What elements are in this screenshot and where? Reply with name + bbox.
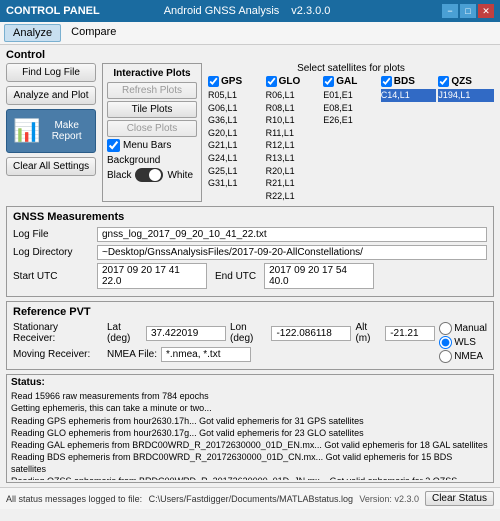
radio-nmea[interactable]: NMEA: [439, 350, 487, 363]
bds-label: BDS: [394, 76, 415, 87]
title-bar: CONTROL PANEL Android GNSS Analysis v2.3…: [0, 0, 500, 22]
radio-group: Manual WLS NMEA: [439, 322, 487, 365]
control-label: Control: [6, 49, 494, 61]
make-report-button[interactable]: 📊 Make Report: [6, 109, 96, 153]
sat-col-bds: BDS C14,L1: [381, 76, 437, 202]
white-label: White: [167, 170, 193, 181]
status-text: Read 15966 raw measurements from 784 epo…: [11, 390, 489, 480]
gal-checkbox[interactable]: [323, 76, 334, 87]
qzs-sat-list: J194,L1: [438, 89, 494, 102]
satellite-select: Select satellites for plots GPS R05,L1 G…: [208, 63, 494, 202]
gal-sat-list: E01,E1 E08,E1 E26,E1: [323, 89, 379, 127]
gnss-measurements-section: GNSS Measurements Log File gnss_log_2017…: [6, 206, 494, 297]
minimize-button[interactable]: −: [442, 4, 458, 18]
menu-compare[interactable]: Compare: [63, 24, 124, 42]
all-messages-label: All status messages logged to file: C:\U…: [6, 494, 359, 504]
clear-status-button[interactable]: Clear Status: [425, 491, 494, 506]
end-utc-value: 2017 09 20 17 54 40.0: [264, 263, 374, 289]
window-title: Android GNSS Analysis: [164, 5, 280, 17]
log-file-value: gnss_log_2017_09_20_10_41_22.txt: [97, 227, 487, 242]
gps-checkbox[interactable]: [208, 76, 219, 87]
maximize-button[interactable]: □: [460, 4, 476, 18]
tile-plots-button[interactable]: Tile Plots: [107, 101, 197, 118]
menu-analyze[interactable]: Analyze: [4, 24, 61, 42]
qzs-checkbox[interactable]: [438, 76, 449, 87]
menu-bars-checkbox[interactable]: [107, 139, 120, 152]
lat-input[interactable]: [146, 326, 226, 341]
start-utc-label: Start UTC: [13, 271, 93, 282]
interactive-plots-box: Interactive Plots Refresh Plots Tile Plo…: [102, 63, 202, 202]
status-section: Status: Read 15966 raw measurements from…: [6, 374, 494, 483]
qzs-label: QZS: [451, 76, 472, 87]
gps-sat-list: R05,L1 G06,L1 G36,L1 G20,L1 G21,L1 G24,L…: [208, 89, 264, 190]
bds-checkbox[interactable]: [381, 76, 392, 87]
menu-bars-label: Menu Bars: [123, 140, 171, 151]
report-icon: 📊: [13, 118, 40, 144]
alt-label: Alt (m): [355, 322, 381, 344]
log-dir-value: ~Desktop/GnssAnalysisFiles/2017-09-20-Al…: [97, 245, 487, 260]
gal-label: GAL: [336, 76, 357, 87]
ref-pvt-section: Reference PVT Stationary Receiver: Lat (…: [6, 301, 494, 370]
refresh-plots-button[interactable]: Refresh Plots: [107, 82, 197, 99]
bds-sat-list: C14,L1: [381, 89, 437, 102]
ref-pvt-title: Reference PVT: [13, 306, 487, 318]
close-plots-button[interactable]: Close Plots: [107, 120, 197, 137]
version-label: Version: v2.3.0: [359, 494, 419, 504]
bottom-bar: All status messages logged to file: C:\U…: [0, 487, 500, 509]
close-button[interactable]: ✕: [478, 4, 494, 18]
start-utc-value: 2017 09 20 17 41 22.0: [97, 263, 207, 289]
find-log-file-button[interactable]: Find Log File: [6, 63, 96, 82]
stationary-receiver-label: Stationary Receiver:: [13, 322, 103, 344]
radio-manual[interactable]: Manual: [439, 322, 487, 335]
alt-input[interactable]: [385, 326, 435, 341]
status-title: Status:: [11, 377, 489, 388]
nmea-file-label: NMEA File:: [107, 349, 157, 360]
moving-receiver-label: Moving Receiver:: [13, 349, 103, 360]
sat-col-glo: GLO R06,L1 R08,L1 R10,L1 R11,L1 R12,L1 R…: [266, 76, 322, 202]
radio-wls[interactable]: WLS: [439, 336, 487, 349]
log-file-label: Log File: [13, 229, 93, 240]
background-toggle[interactable]: [135, 168, 163, 182]
analyze-plot-button[interactable]: Analyze and Plot: [6, 86, 96, 105]
glo-sat-list: R06,L1 R08,L1 R10,L1 R11,L1 R12,L1 R13,L…: [266, 89, 322, 202]
lat-label: Lat (deg): [107, 322, 142, 344]
version-title: v2.3.0.0: [291, 5, 330, 17]
lon-input[interactable]: [271, 326, 351, 341]
app-name: CONTROL PANEL: [6, 5, 100, 17]
black-label: Black: [107, 170, 131, 181]
sat-col-gps: GPS R05,L1 G06,L1 G36,L1 G20,L1 G21,L1 G…: [208, 76, 264, 202]
nmea-input[interactable]: [161, 347, 251, 362]
log-dir-label: Log Directory: [13, 247, 93, 258]
lon-label: Lon (deg): [230, 322, 267, 344]
glo-checkbox[interactable]: [266, 76, 277, 87]
sat-col-gal: GAL E01,E1 E08,E1 E26,E1: [323, 76, 379, 202]
end-utc-label: End UTC: [215, 271, 256, 282]
gnss-title: GNSS Measurements: [13, 211, 487, 223]
interactive-plots-label: Interactive Plots: [107, 68, 197, 79]
gps-label: GPS: [221, 76, 242, 87]
sat-col-qzs: QZS J194,L1: [438, 76, 494, 202]
sat-select-header: Select satellites for plots: [208, 63, 494, 74]
clear-all-settings-button[interactable]: Clear All Settings: [6, 157, 96, 176]
background-label: Background: [107, 155, 197, 166]
menu-bar: Analyze Compare: [0, 22, 500, 45]
glo-label: GLO: [279, 76, 301, 87]
